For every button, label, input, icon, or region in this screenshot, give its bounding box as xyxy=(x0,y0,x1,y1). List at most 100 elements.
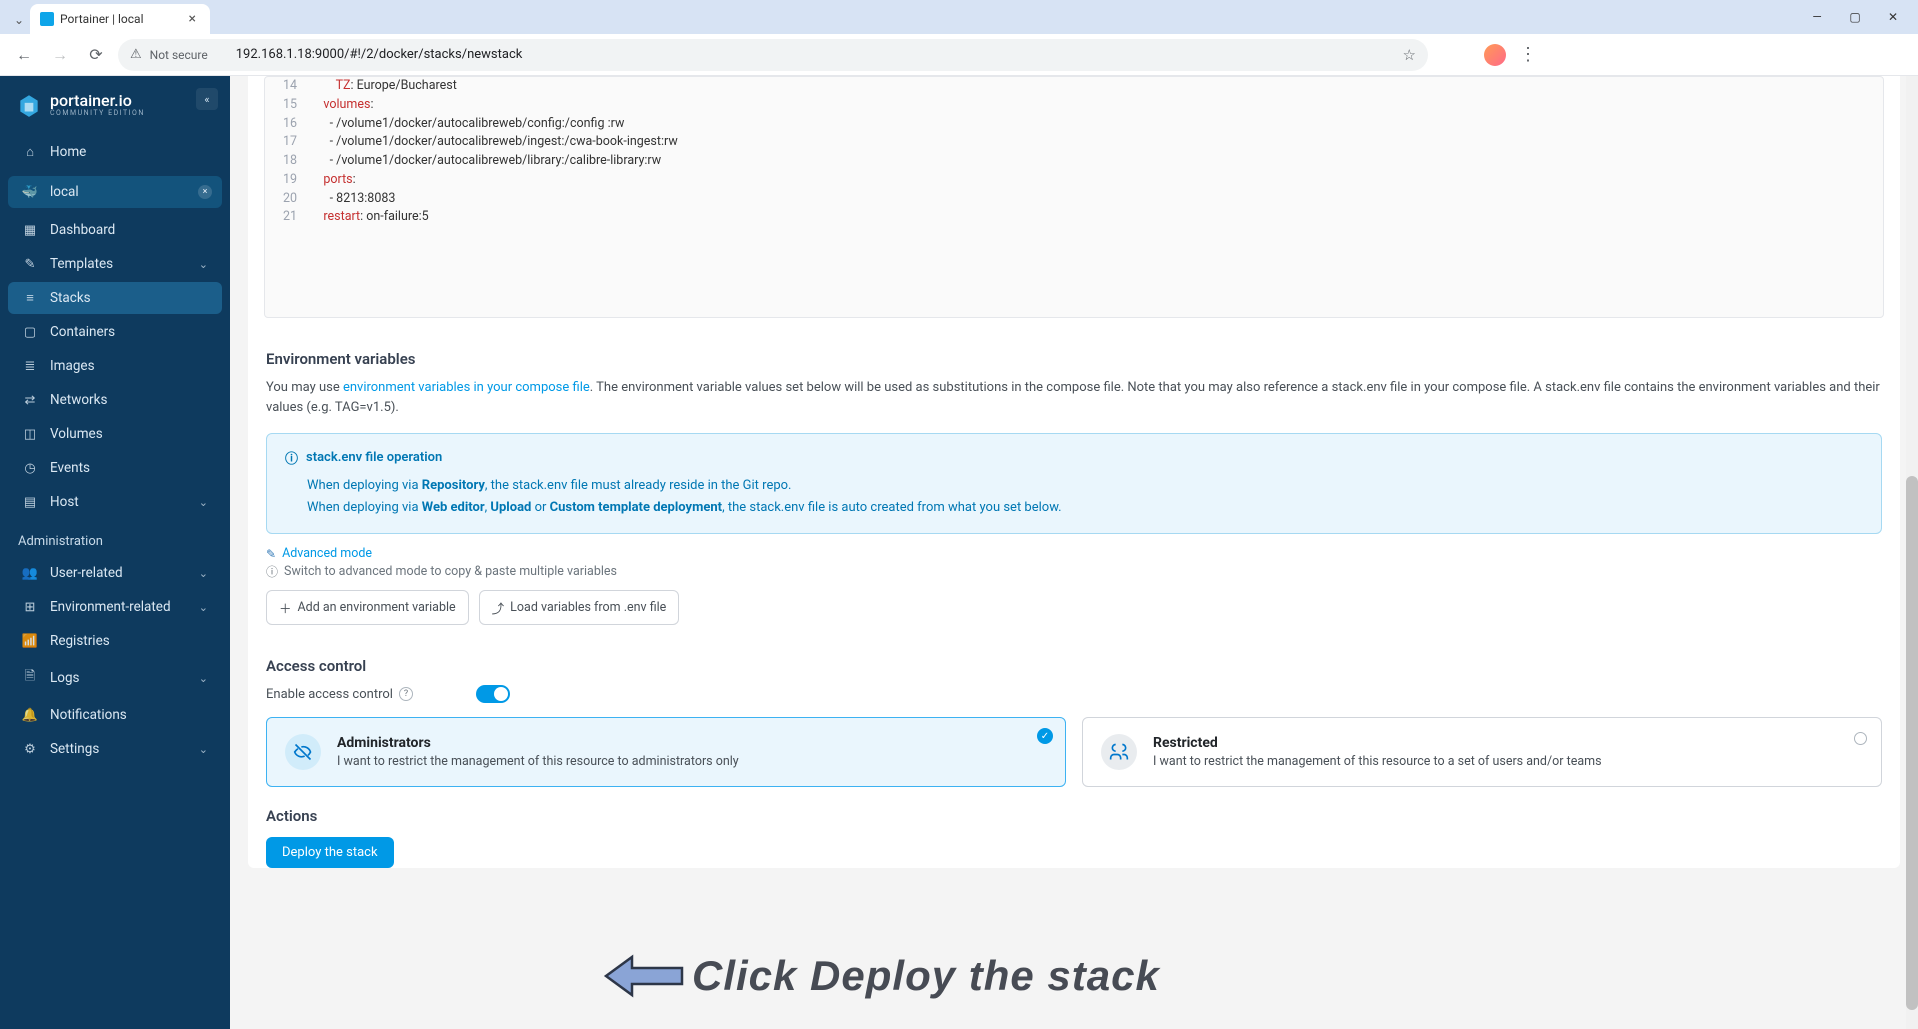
not-secure-icon: ⚠ xyxy=(130,47,142,62)
reload-button[interactable]: ⟳ xyxy=(82,41,110,69)
stack-env-info-box: ⓘstack.env file operation When deploying… xyxy=(266,433,1882,534)
enable-access-control-toggle[interactable] xyxy=(476,685,510,703)
unselected-radio-icon xyxy=(1854,732,1867,745)
advanced-mode-hint: ⓘSwitch to advanced mode to copy & paste… xyxy=(266,563,1882,580)
tab-close-icon[interactable]: × xyxy=(185,9,200,29)
environment-close-icon[interactable]: × xyxy=(198,185,212,199)
environment-name: local xyxy=(50,184,79,200)
url-text: 192.168.1.18:9000/#!/2/docker/stacks/new… xyxy=(236,47,523,62)
chevron-down-icon: ⌄ xyxy=(199,743,208,756)
containers-icon: ▢ xyxy=(22,325,38,340)
sidebar-item-containers[interactable]: ▢Containers xyxy=(8,316,222,348)
sidebar: « portainer.io COMMUNITY EDITION ⌂ Home … xyxy=(0,76,230,1029)
sidebar-item-environment-related[interactable]: ⊞Environment-related⌄ xyxy=(8,591,222,623)
help-icon[interactable]: ? xyxy=(399,687,413,701)
access-option-title: Administrators xyxy=(337,735,739,751)
bookmark-icon[interactable]: ☆ xyxy=(1403,46,1416,64)
access-control-section: Access control Enable access control? Ad… xyxy=(266,641,1882,787)
env-icon: ⊞ xyxy=(22,600,38,615)
sidebar-item-stacks[interactable]: ≡Stacks xyxy=(8,282,222,314)
sidebar-collapse-button[interactable]: « xyxy=(196,88,218,110)
sidebar-section-admin: Administration xyxy=(0,520,230,555)
compose-editor[interactable]: 14 TZ: Europe/Bucharest15 volumes:16 - /… xyxy=(264,76,1884,318)
sidebar-item-volumes[interactable]: ◫Volumes xyxy=(8,418,222,450)
sidebar-item-settings[interactable]: ⚙Settings⌄ xyxy=(8,733,222,765)
sidebar-item-images[interactable]: ≣Images xyxy=(8,350,222,382)
env-vars-heading: Environment variables xyxy=(266,350,1882,368)
users-icon: 👥 xyxy=(22,566,38,581)
upload-icon: ⤴ xyxy=(492,598,505,617)
scrollbar-track[interactable] xyxy=(1906,76,1918,1029)
info-icon: ⓘ xyxy=(285,448,298,467)
sidebar-item-logs[interactable]: 🗎Logs⌄ xyxy=(8,659,222,697)
networks-icon: ⇄ xyxy=(22,393,38,408)
sidebar-item-user-related[interactable]: 👥User-related⌄ xyxy=(8,557,222,589)
sidebar-item-home[interactable]: ⌂ Home xyxy=(8,136,222,168)
deploy-stack-button[interactable]: Deploy the stack xyxy=(266,837,394,868)
browser-tab-bar: ⌄ Portainer | local × — ▢ ✕ xyxy=(0,0,1918,34)
browser-tab[interactable]: Portainer | local × xyxy=(30,4,210,34)
sidebar-environment-pill[interactable]: 🐳 local × xyxy=(8,176,222,208)
window-close-icon[interactable]: ✕ xyxy=(1876,5,1910,29)
annotation-text: Click Deploy the stack xyxy=(692,952,1160,1000)
images-icon: ≣ xyxy=(22,359,38,374)
env-vars-doc-link[interactable]: environment variables in your compose fi… xyxy=(343,380,590,395)
docker-icon: 🐳 xyxy=(22,185,38,200)
logs-icon: 🗎 xyxy=(22,667,38,689)
sidebar-item-notifications[interactable]: 🔔Notifications xyxy=(8,699,222,731)
access-option-desc: I want to restrict the management of thi… xyxy=(1153,754,1602,769)
security-label: Not secure xyxy=(150,48,208,62)
edit-icon: ✎ xyxy=(266,547,276,561)
profile-avatar[interactable] xyxy=(1484,44,1506,66)
templates-icon: ✎ xyxy=(22,257,38,272)
window-minimize-icon[interactable]: — xyxy=(1800,5,1834,29)
tutorial-annotation: Click Deploy the stack xyxy=(602,951,1160,1001)
sidebar-item-registries[interactable]: 📶Registries xyxy=(8,625,222,657)
stacks-icon: ≡ xyxy=(22,290,38,306)
window-maximize-icon[interactable]: ▢ xyxy=(1838,5,1872,29)
tab-favicon xyxy=(40,12,54,26)
plus-icon: ＋ xyxy=(279,598,292,617)
portainer-logo-icon xyxy=(16,92,42,118)
advanced-mode-toggle[interactable]: ✎Advanced mode xyxy=(266,546,1882,561)
env-vars-section: Environment variables You may use enviro… xyxy=(266,334,1882,625)
eye-off-icon xyxy=(285,734,321,770)
brand-edition: COMMUNITY EDITION xyxy=(50,109,145,117)
forward-button[interactable]: → xyxy=(46,41,74,69)
access-option-restricted[interactable]: Restricted I want to restrict the manage… xyxy=(1082,717,1882,787)
gear-icon: ⚙ xyxy=(22,742,38,757)
browser-toolbar: ← → ⟳ ⚠ Not secure 192.168.1.18:9000/#!/… xyxy=(0,34,1918,76)
window-controls: — ▢ ✕ xyxy=(1800,5,1918,29)
chevron-down-icon: ⌄ xyxy=(199,601,208,614)
access-option-title: Restricted xyxy=(1153,735,1602,751)
access-option-administrators[interactable]: Administrators I want to restrict the ma… xyxy=(266,717,1066,787)
back-button[interactable]: ← xyxy=(10,41,38,69)
chevron-down-icon: ⌄ xyxy=(199,496,208,509)
selected-check-icon: ✓ xyxy=(1037,728,1053,744)
tab-title: Portainer | local xyxy=(60,12,144,26)
home-icon: ⌂ xyxy=(22,144,38,160)
access-option-desc: I want to restrict the management of thi… xyxy=(337,754,739,769)
host-icon: ▤ xyxy=(22,495,38,510)
events-icon: ◷ xyxy=(22,461,38,476)
enable-access-control-label: Enable access control? xyxy=(266,687,466,702)
load-env-file-button[interactable]: ⤴Load variables from .env file xyxy=(479,590,680,625)
bell-icon: 🔔 xyxy=(22,708,38,723)
sidebar-item-dashboard[interactable]: ▦Dashboard xyxy=(8,214,222,246)
users-icon xyxy=(1101,734,1137,770)
sidebar-item-networks[interactable]: ⇄Networks xyxy=(8,384,222,416)
chevron-down-icon: ⌄ xyxy=(199,672,208,685)
browser-menu-icon[interactable]: ⋮ xyxy=(1514,44,1542,65)
tab-search-dropdown[interactable]: ⌄ xyxy=(8,6,30,34)
scrollbar-thumb[interactable] xyxy=(1906,476,1918,1010)
address-bar[interactable]: ⚠ Not secure 192.168.1.18:9000/#!/2/dock… xyxy=(118,39,1428,71)
add-env-var-button[interactable]: ＋Add an environment variable xyxy=(266,590,469,625)
access-control-heading: Access control xyxy=(266,657,1882,675)
registries-icon: 📶 xyxy=(22,634,38,649)
chevron-down-icon: ⌄ xyxy=(199,567,208,580)
env-vars-help: You may use environment variables in you… xyxy=(266,378,1882,417)
sidebar-item-host[interactable]: ▤Host⌄ xyxy=(8,486,222,518)
actions-section: Actions Deploy the stack xyxy=(266,807,1882,868)
sidebar-item-events[interactable]: ◷Events xyxy=(8,452,222,484)
sidebar-item-templates[interactable]: ✎Templates⌄ xyxy=(8,248,222,280)
